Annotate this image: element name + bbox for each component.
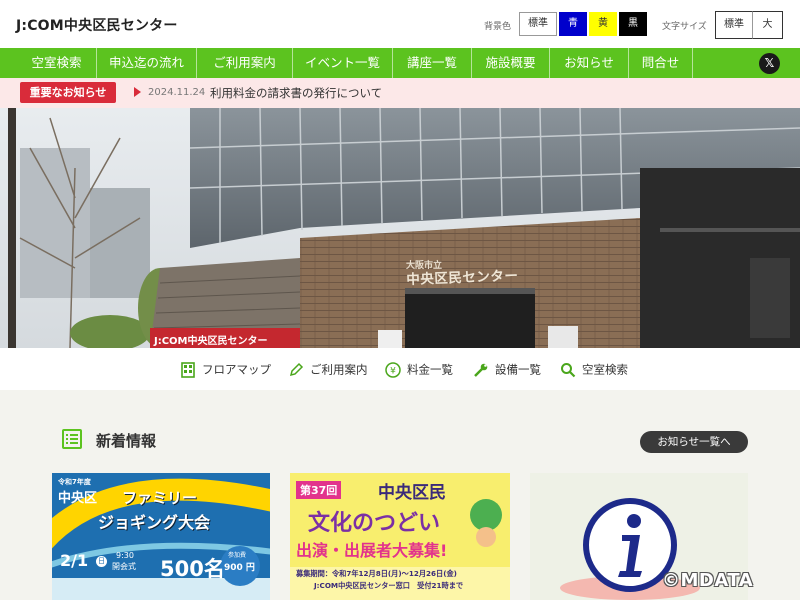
- news-more-button[interactable]: お知らせ一覧へ: [640, 431, 748, 453]
- bg-black-button[interactable]: 黒: [619, 12, 647, 36]
- culture-subtitle: 出演・出展者大募集!: [296, 541, 448, 560]
- site-title[interactable]: J:COM中央区民センター: [16, 15, 178, 35]
- jogging-area: 中央区: [58, 491, 98, 506]
- search-icon: [561, 362, 576, 377]
- nav-application-flow[interactable]: 申込迄の流れ: [97, 48, 197, 78]
- quick-link-label: 空室検索: [582, 362, 628, 377]
- site-header: J:COM中央区民センター 背景色 標準 青 黄 黒 文字サイズ 標準 大: [0, 0, 800, 48]
- x-logo-icon[interactable]: 𝕏: [759, 53, 780, 74]
- nav-usage-guide[interactable]: ご利用案内: [197, 48, 293, 78]
- news-list-icon: [62, 429, 82, 449]
- important-notice-badge[interactable]: 重要なお知らせ: [20, 82, 116, 103]
- font-size-label: 文字サイズ: [662, 22, 707, 32]
- quick-link-floor-map[interactable]: フロアマップ: [180, 359, 271, 379]
- notice-arrow-icon: [134, 87, 141, 97]
- jogging-capacity: 500名: [160, 557, 225, 581]
- culture-area: 中央区民: [378, 483, 446, 503]
- font-size-large-button[interactable]: 大: [752, 11, 783, 39]
- news-title: 新着情報: [96, 432, 157, 450]
- pencil-icon: [289, 362, 304, 376]
- jogging-day: 日: [96, 556, 107, 567]
- quick-link-label: フロアマップ: [202, 362, 271, 377]
- jogging-time: 9:30: [116, 551, 134, 560]
- jogging-title2: ジョギング大会: [98, 513, 211, 532]
- tool-icon: [474, 363, 488, 377]
- bg-color-label: 背景色: [484, 22, 512, 32]
- jogging-year: 令和7年度: [58, 478, 91, 486]
- jogging-date: 2/1: [60, 551, 89, 570]
- font-size-standard-button[interactable]: 標準: [715, 11, 753, 39]
- quick-link-label: ご利用案内: [310, 362, 368, 377]
- nav-event-list[interactable]: イベント一覧: [293, 48, 393, 78]
- copyright-watermark: ©MDATA: [662, 570, 754, 591]
- nav-facility-overview[interactable]: 施設概要: [472, 48, 550, 78]
- culture-period: 募集期間：令和7年12月8日(月)～12月26日(金): [296, 569, 457, 578]
- quick-link-fee-list[interactable]: ¥ 料金一覧: [385, 359, 453, 379]
- hero-red-banner-text: J:COM中央区民センター: [154, 336, 268, 347]
- jogging-fee: 900 円: [224, 563, 255, 573]
- bg-yellow-button[interactable]: 黄: [589, 12, 617, 36]
- yen-icon: ¥: [385, 361, 401, 378]
- culture-place: J:COM中央区民センター窓口 受付21時まで: [314, 581, 464, 590]
- jogging-fee-label: 参加費: [228, 552, 247, 559]
- nav-news[interactable]: お知らせ: [550, 48, 629, 78]
- quick-link-usage-guide[interactable]: ご利用案内: [288, 359, 368, 379]
- jogging-open: 開会式: [112, 562, 136, 571]
- culture-number: 第37回: [296, 481, 342, 499]
- hero-photo: 大阪市立 中央区民センター J:COM中央区民センター: [0, 108, 800, 348]
- important-notice-bar: [0, 78, 800, 108]
- culture-title: 文化のつどい: [308, 511, 441, 536]
- news-card-culture-festival[interactable]: 第37回 中央区民 文化のつどい 出演・出展者大募集! 募集期間：令和7年12月…: [290, 473, 510, 600]
- floor-map-icon: [181, 361, 195, 378]
- nav-course-list[interactable]: 講座一覧: [393, 48, 472, 78]
- news-card-jogging[interactable]: 令和7年度 中央区 ファミリー ジョギング大会 2/1 日 9:30 開会式 5…: [52, 473, 270, 600]
- bg-blue-button[interactable]: 青: [559, 12, 587, 36]
- quick-link-label: 設備一覧: [495, 362, 541, 377]
- nav-contact[interactable]: 問合せ: [629, 48, 693, 78]
- quick-link-equipment-list[interactable]: 設備一覧: [473, 359, 541, 379]
- notice-link[interactable]: 利用料金の請求書の発行について: [210, 85, 382, 101]
- bg-standard-button[interactable]: 標準: [519, 12, 557, 36]
- global-nav: 空室検索 申込迄の流れ ご利用案内 イベント一覧 講座一覧 施設概要 お知らせ …: [0, 48, 800, 78]
- notice-date: 2024.11.24: [148, 87, 206, 98]
- building-sign: 中央区民センター: [406, 268, 519, 288]
- svg-text:¥: ¥: [390, 366, 396, 376]
- nav-room-search[interactable]: 空室検索: [17, 48, 97, 78]
- jogging-title1: ファミリー: [122, 489, 198, 507]
- quick-link-room-search[interactable]: 空室検索: [560, 359, 628, 379]
- quick-link-label: 料金一覧: [407, 362, 453, 377]
